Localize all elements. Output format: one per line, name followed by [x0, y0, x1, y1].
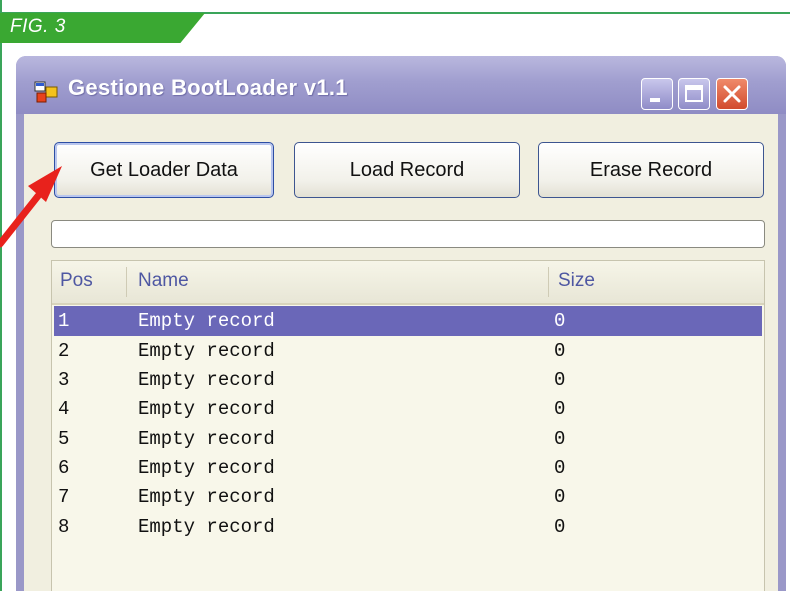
column-header-pos[interactable]: Pos — [60, 270, 93, 292]
column-separator[interactable] — [548, 267, 549, 297]
record-name: Empty record — [138, 369, 275, 391]
record-size: 0 — [554, 516, 566, 538]
minimize-icon — [650, 98, 660, 102]
record-pos: 8 — [58, 516, 70, 538]
figure-frame-left — [0, 0, 2, 591]
progress-bar — [51, 220, 765, 248]
list-header: Pos Name Size — [52, 261, 764, 305]
list-item[interactable]: 6 Empty record 0 — [54, 453, 762, 483]
erase-record-button[interactable]: Erase Record — [538, 142, 764, 198]
record-pos: 1 — [58, 310, 70, 332]
get-loader-data-button[interactable]: Get Loader Data — [54, 142, 274, 198]
window-title: Gestione BootLoader v1.1 — [68, 75, 348, 100]
record-pos: 6 — [58, 457, 70, 479]
record-size: 0 — [554, 398, 566, 420]
list-item[interactable]: 3 Empty record 0 — [54, 365, 762, 395]
window-client-area: Get Loader Data Load Record Erase Record… — [24, 114, 778, 591]
column-separator[interactable] — [126, 267, 127, 297]
list-item[interactable]: 5 Empty record 0 — [54, 424, 762, 454]
record-name: Empty record — [138, 516, 275, 538]
column-header-size[interactable]: Size — [558, 270, 595, 292]
record-name: Empty record — [138, 310, 275, 332]
record-pos: 3 — [58, 369, 70, 391]
record-name: Empty record — [138, 428, 275, 450]
record-name: Empty record — [138, 340, 275, 362]
record-size: 0 — [554, 486, 566, 508]
app-window: Gestione BootLoader v1.1 Get Loader Data… — [16, 56, 786, 591]
record-size: 0 — [554, 369, 566, 391]
maximize-button[interactable] — [678, 78, 710, 110]
record-size: 0 — [554, 340, 566, 362]
maximize-icon — [685, 85, 703, 102]
record-name: Empty record — [138, 398, 275, 420]
record-pos: 2 — [58, 340, 70, 362]
close-button[interactable] — [716, 78, 748, 110]
list-item[interactable]: 2 Empty record 0 — [54, 336, 762, 366]
title-bar[interactable]: Gestione BootLoader v1.1 — [16, 56, 786, 114]
close-icon — [723, 85, 741, 103]
list-item[interactable]: 8 Empty record 0 — [54, 512, 762, 542]
list-item[interactable]: 4 Empty record 0 — [54, 394, 762, 424]
red-arrow-annotation — [0, 166, 62, 248]
record-name: Empty record — [138, 457, 275, 479]
app-icon — [34, 81, 58, 103]
record-list[interactable]: Pos Name Size 1 Empty record 0 2 Empty r… — [51, 260, 765, 591]
record-size: 0 — [554, 457, 566, 479]
record-pos: 7 — [58, 486, 70, 508]
record-size: 0 — [554, 310, 566, 332]
record-pos: 4 — [58, 398, 70, 420]
list-item[interactable]: 1 Empty record 0 — [54, 306, 762, 336]
column-header-name[interactable]: Name — [138, 270, 189, 292]
list-item[interactable]: 7 Empty record 0 — [54, 482, 762, 512]
record-name: Empty record — [138, 486, 275, 508]
load-record-button[interactable]: Load Record — [294, 142, 520, 198]
minimize-button[interactable] — [641, 78, 673, 110]
record-size: 0 — [554, 428, 566, 450]
record-pos: 5 — [58, 428, 70, 450]
figure-label: FIG. 3 — [10, 16, 66, 37]
